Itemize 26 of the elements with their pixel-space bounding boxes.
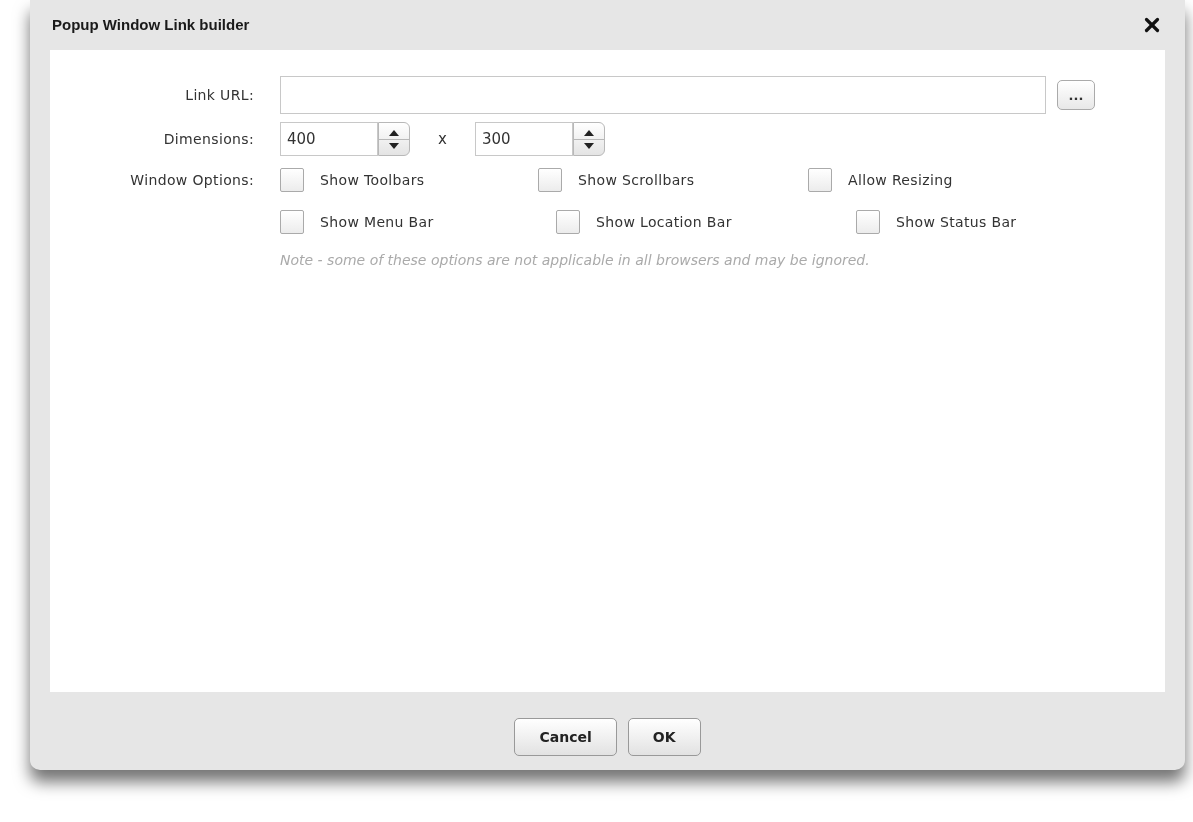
spinner-arrows-icon[interactable]: [572, 122, 605, 156]
checkbox-label: Show Location Bar: [596, 212, 732, 232]
link-url-field[interactable]: [280, 76, 1046, 114]
checkbox[interactable]: [856, 210, 880, 234]
number-field[interactable]: 400: [280, 122, 378, 156]
field-label: Link URL:: [184, 85, 255, 105]
times-sign: x: [438, 128, 447, 150]
checkbox[interactable]: [556, 210, 580, 234]
window-title: Popup Window Link builder: [52, 14, 250, 35]
field-label: Dimensions:: [162, 129, 255, 149]
checkbox-label: Allow Resizing: [848, 170, 953, 190]
checkbox-label: Show Status Bar: [896, 212, 1017, 232]
field-label: Window Options:: [129, 171, 255, 190]
checkbox-label: Show Menu Bar: [320, 212, 434, 232]
spinner-arrows-icon[interactable]: [378, 122, 410, 156]
browse-button[interactable]: ...: [1057, 80, 1095, 110]
checkbox-label: Show Scrollbars: [578, 170, 695, 190]
dialog-button[interactable]: OK: [627, 718, 701, 756]
dialog-button[interactable]: Cancel: [514, 718, 617, 756]
note-text: Note - some of these options are not applicable in all browsers and may be ignored.: [280, 251, 871, 270]
checkbox[interactable]: [280, 168, 304, 192]
checkbox[interactable]: [808, 168, 832, 192]
checkbox-label: Show Toolbars: [320, 170, 425, 190]
checkbox[interactable]: [280, 210, 304, 234]
checkbox[interactable]: [538, 168, 562, 192]
number-field[interactable]: 300: [474, 122, 573, 156]
